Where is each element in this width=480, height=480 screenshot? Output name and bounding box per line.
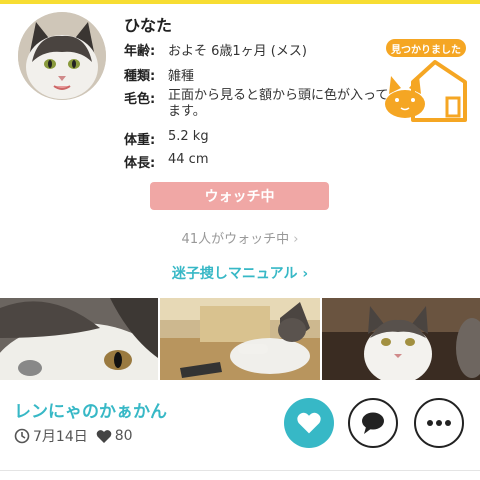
- pet-name: ひなた: [124, 16, 173, 35]
- watch-count-link[interactable]: 41人がウォッチ中 ›: [0, 228, 480, 247]
- field-weight: 体重: 5.2 kg: [124, 129, 209, 148]
- manual-link-text: 迷子捜しマニュアル: [171, 266, 298, 282]
- field-age: 年齢: およそ 6歳1ヶ月 (メス): [124, 40, 307, 59]
- post-date: 7月14日: [14, 426, 88, 446]
- field-value: 正面から見ると額から頭に色が入ってます。: [168, 88, 389, 119]
- clock-icon: [14, 428, 30, 444]
- photo-3[interactable]: [322, 298, 480, 380]
- field-breed: 種類: 雑種: [124, 65, 194, 84]
- divider: [0, 470, 480, 471]
- field-label: 毛色:: [124, 92, 156, 107]
- field-value: 44 cm: [168, 152, 209, 167]
- photo-1[interactable]: [0, 298, 158, 380]
- field-label: 年齢:: [124, 44, 156, 59]
- field-length: 体長: 44 cm: [124, 152, 209, 171]
- speech-bubble-icon: [362, 412, 384, 434]
- field-label: 種類:: [124, 69, 156, 84]
- poster-name-link[interactable]: レンにゃのかぁかん: [14, 397, 167, 422]
- photo-strip: [0, 298, 480, 380]
- field-value: およそ 6歳1ヶ月 (メス): [168, 44, 307, 59]
- found-badge-label: 見つかりました: [386, 39, 466, 57]
- post-meta: 7月14日 80: [14, 426, 141, 446]
- heart-icon: [96, 429, 112, 443]
- watch-button[interactable]: ウォッチ中: [150, 182, 329, 210]
- pet-avatar: [18, 12, 106, 100]
- chevron-right-icon: ›: [302, 266, 309, 282]
- field-value: 5.2 kg: [168, 129, 209, 144]
- post-likes: 80: [96, 428, 133, 444]
- lost-pet-manual-link[interactable]: 迷子捜しマニュアル ›: [0, 263, 480, 283]
- post-likes-count: 80: [114, 428, 133, 444]
- chevron-right-icon: ›: [293, 232, 299, 247]
- field-coat-color: 毛色: 正面から見ると額から頭に色が入ってます。: [124, 88, 390, 120]
- like-button[interactable]: [284, 398, 334, 448]
- field-value: 雑種: [168, 69, 195, 84]
- heart-icon: [297, 412, 321, 434]
- post-date-text: 7月14日: [33, 429, 88, 445]
- comment-button[interactable]: [348, 398, 398, 448]
- top-accent-bar: [0, 0, 480, 4]
- more-options-button[interactable]: [414, 398, 464, 448]
- field-label: 体長:: [124, 156, 156, 171]
- photo-2[interactable]: [160, 298, 320, 380]
- field-label: 体重:: [124, 133, 156, 148]
- watch-count-text: 41人がウォッチ中: [181, 232, 290, 247]
- more-dots-icon: [427, 420, 451, 426]
